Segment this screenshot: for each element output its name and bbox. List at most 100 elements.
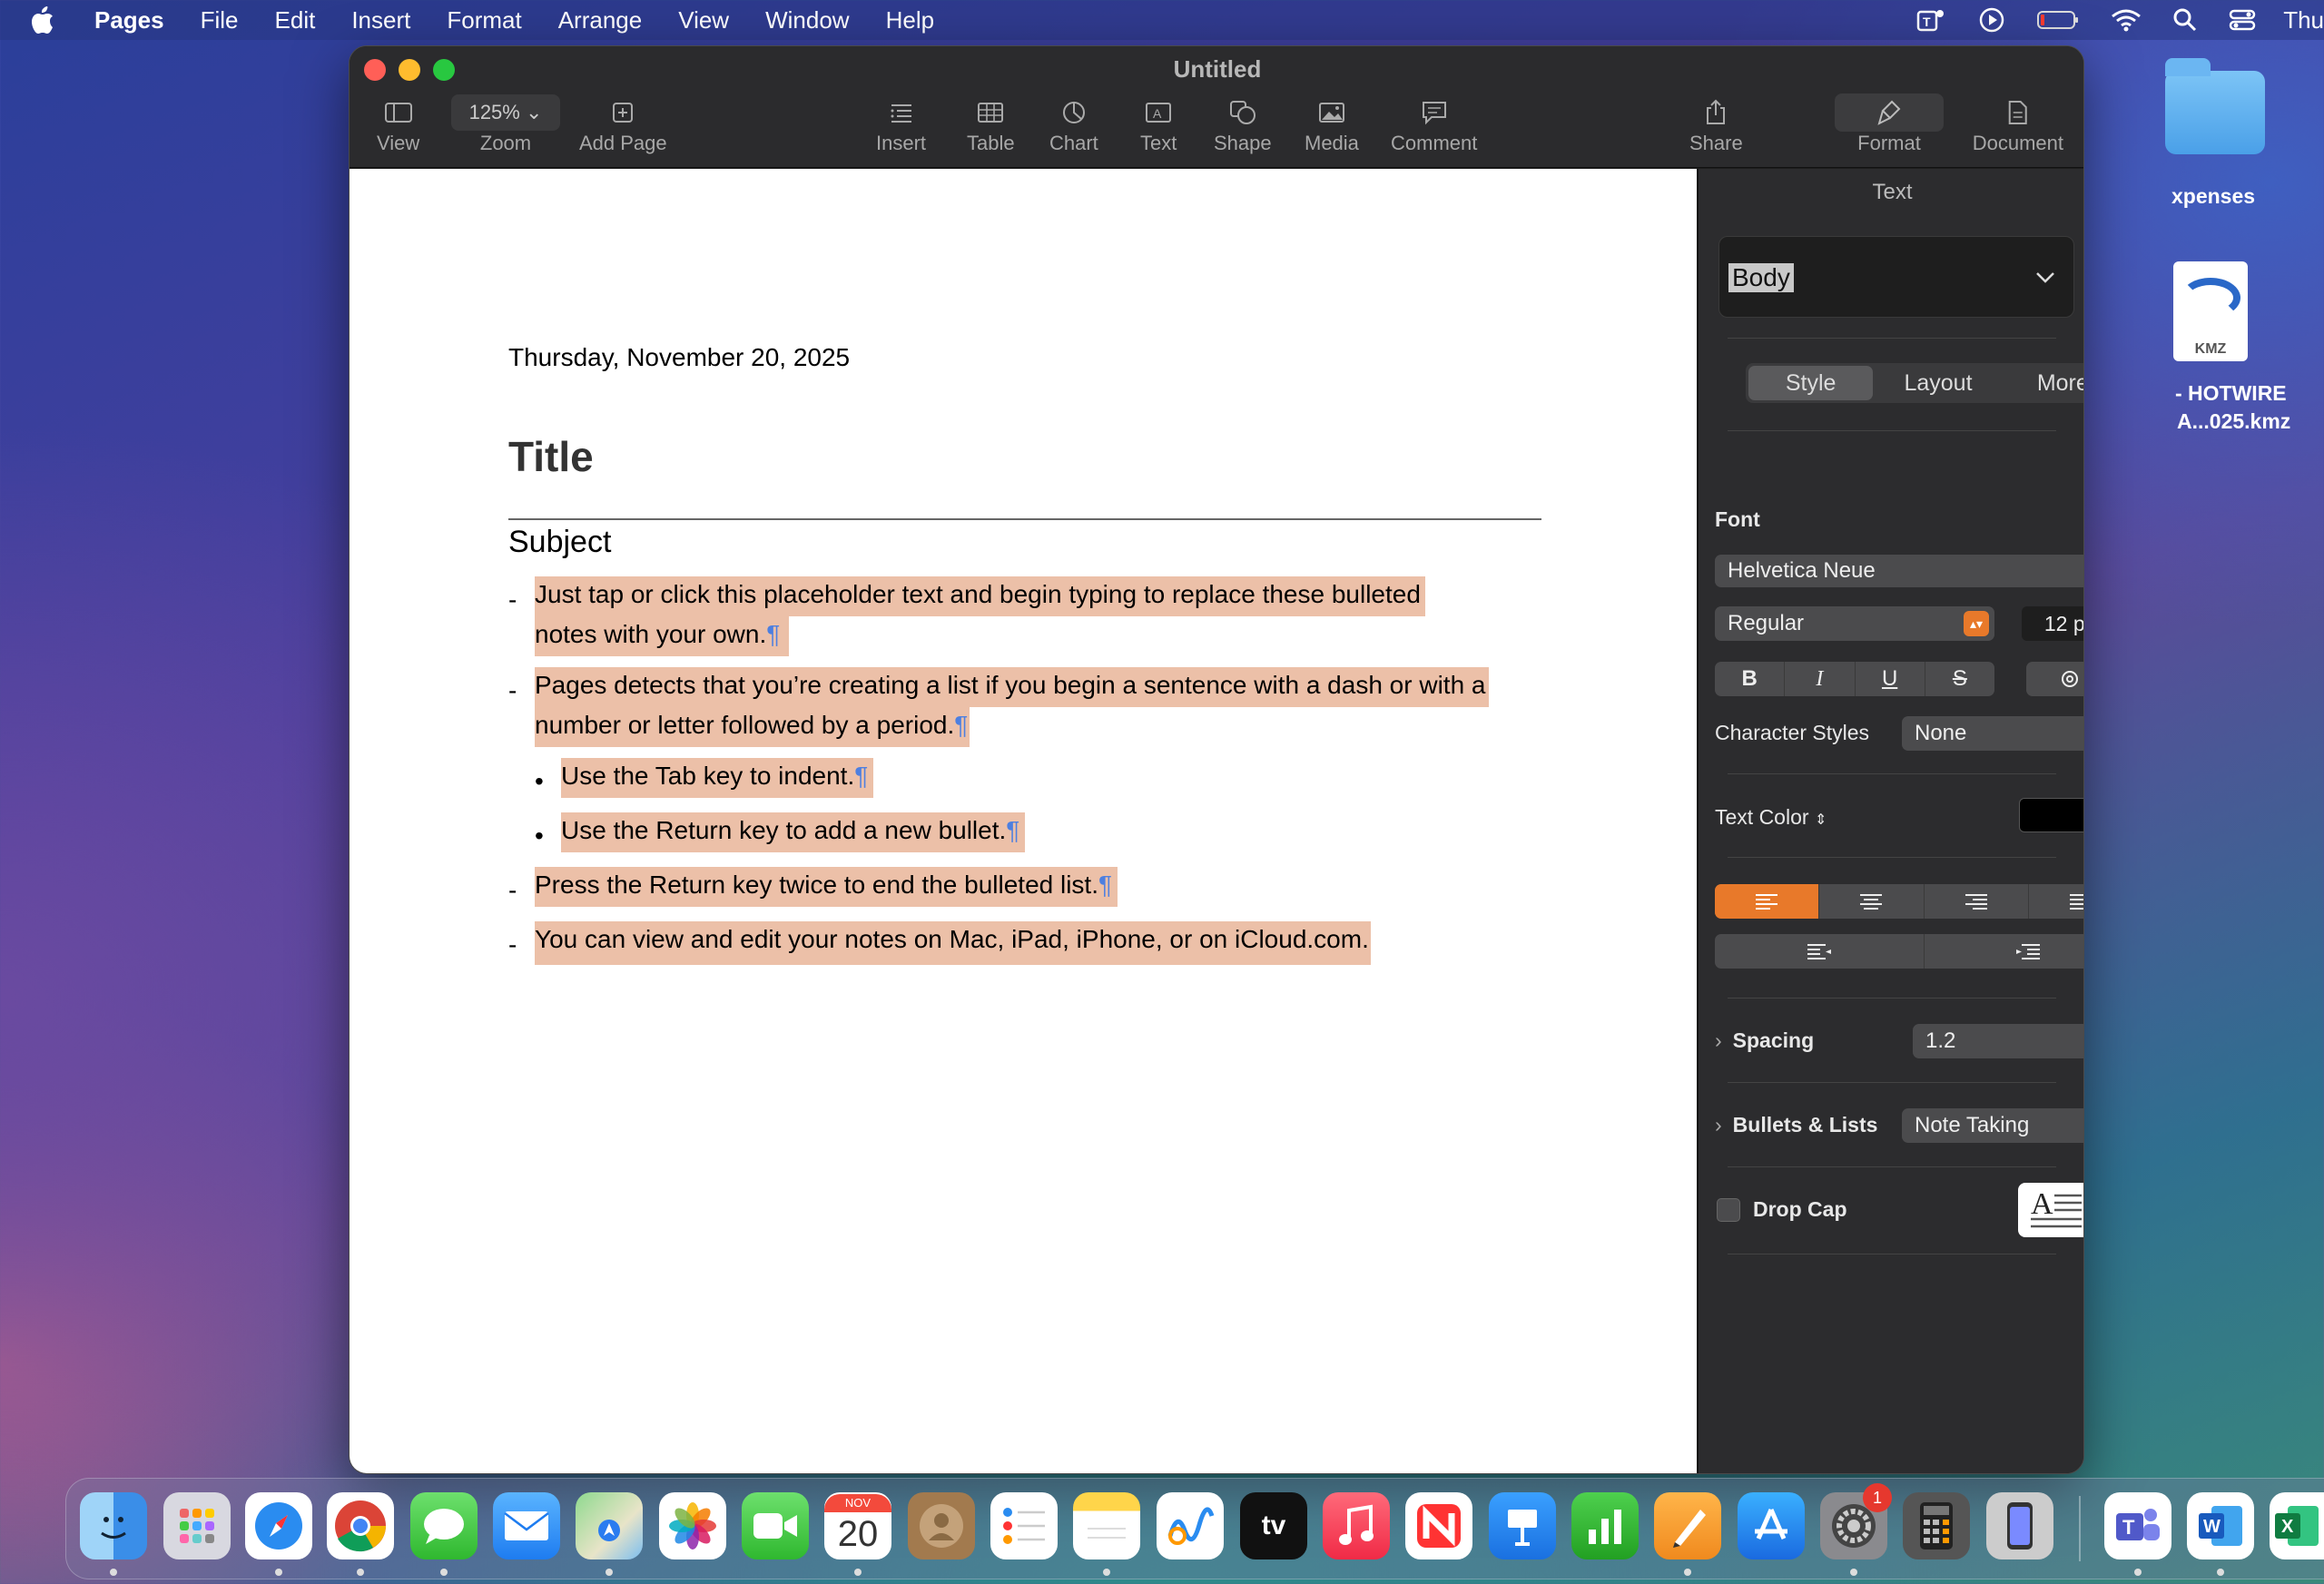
safari-icon[interactable] (245, 1492, 312, 1559)
strikethrough-button[interactable]: S (1925, 662, 1994, 696)
spacing-popup[interactable]: 1.2 ▴▾ (1913, 1024, 2083, 1058)
wifi-icon[interactable] (2111, 7, 2142, 33)
reminders-icon[interactable] (990, 1492, 1058, 1559)
font-size-field[interactable]: 12 pt (2022, 606, 2083, 641)
view-button[interactable]: View (377, 93, 419, 155)
apple-tv-icon[interactable]: tv (1240, 1492, 1307, 1559)
spacing-disclosure[interactable]: › Spacing (1715, 1028, 1814, 1053)
text-button[interactable]: A Text (1140, 93, 1177, 155)
microsoft-teams-icon[interactable]: T (2104, 1492, 2171, 1559)
tab-more[interactable]: More (2001, 363, 2083, 403)
desktop-file-label-1[interactable]: - HOTWIRE (2175, 381, 2287, 406)
divider (1728, 338, 2056, 339)
font-weight-popup[interactable]: Regular ▴▾ (1715, 606, 1994, 641)
format-button[interactable]: Format (1835, 93, 1944, 155)
bold-button[interactable]: B (1715, 662, 1786, 696)
finder-icon[interactable] (80, 1492, 147, 1559)
contacts-icon[interactable] (908, 1492, 975, 1559)
pages-icon[interactable] (1654, 1492, 1721, 1559)
desktop-file-label-2[interactable]: A...025.kmz (2177, 409, 2290, 434)
menu-view[interactable]: View (678, 6, 729, 34)
news-icon[interactable] (1405, 1492, 1472, 1559)
calculator-icon[interactable] (1903, 1492, 1970, 1559)
decrease-indent-icon[interactable] (1715, 934, 1925, 969)
drop-cap-checkbox[interactable] (1717, 1198, 1740, 1222)
doc-title[interactable]: Title (508, 432, 594, 481)
menu-window[interactable]: Window (765, 6, 849, 34)
text-color-label[interactable]: Text Color ⇕ (1715, 805, 1827, 830)
shape-icon (1229, 93, 1256, 132)
app-store-icon[interactable] (1738, 1492, 1805, 1559)
numbers-icon[interactable] (1571, 1492, 1639, 1559)
media-button[interactable]: Media (1305, 93, 1359, 155)
control-center-icon[interactable] (2229, 7, 2256, 33)
maps-icon[interactable] (576, 1492, 643, 1559)
align-center-icon[interactable] (1819, 884, 1925, 919)
facetime-icon[interactable] (742, 1492, 809, 1559)
doc-subject[interactable]: Subject (508, 525, 611, 560)
desktop-folder-label[interactable]: xpenses (2171, 184, 2255, 209)
menu-help[interactable]: Help (886, 6, 934, 34)
italic-button[interactable]: I (1785, 662, 1856, 696)
bullets-lists-popup[interactable]: Note Taking ⌄ (1902, 1108, 2083, 1143)
zoom-popup[interactable]: 125% ⌄ (451, 94, 560, 131)
bullets-lists-disclosure[interactable]: › Bullets & Lists (1715, 1113, 1877, 1137)
music-icon[interactable] (1323, 1492, 1390, 1559)
menubar-clock[interactable]: Thu (2283, 6, 2324, 34)
desktop-folder-icon[interactable] (2165, 58, 2265, 154)
menu-edit[interactable]: Edit (275, 6, 316, 34)
chevron-right-icon: › (1715, 1028, 1722, 1052)
keynote-icon[interactable] (1489, 1492, 1556, 1559)
photos-icon[interactable] (659, 1492, 726, 1559)
freeform-icon[interactable] (1157, 1492, 1224, 1559)
shape-button[interactable]: Shape (1214, 93, 1272, 155)
shape-label: Shape (1214, 132, 1272, 154)
play-icon[interactable] (1978, 6, 2005, 34)
character-styles-popup[interactable]: None ⌄ (1902, 716, 2083, 751)
font-family-popup[interactable]: Helvetica Neue ▴▾ (1715, 555, 2083, 587)
add-page-button[interactable]: Add Page (579, 93, 667, 155)
paragraph-style-popup[interactable]: Body (1718, 236, 2074, 318)
spotlight-search-icon[interactable] (2172, 7, 2198, 33)
menu-file[interactable]: File (201, 6, 239, 34)
apple-menu-icon[interactable] (31, 6, 80, 34)
zoom-control[interactable]: 125% ⌄ Zoom (451, 93, 560, 155)
share-button[interactable]: Share (1689, 93, 1743, 155)
launchpad-icon[interactable] (163, 1492, 231, 1559)
increase-indent-icon[interactable] (1925, 934, 2084, 969)
comment-button[interactable]: Comment (1391, 93, 1477, 155)
menu-insert[interactable]: Insert (351, 6, 410, 34)
mail-icon[interactable] (493, 1492, 560, 1559)
tab-layout[interactable]: Layout (1876, 363, 2000, 403)
status-area: T Thu (1886, 0, 2324, 40)
align-left-icon[interactable] (1715, 884, 1820, 919)
document-button[interactable]: Document (1973, 93, 2063, 155)
chrome-icon[interactable] (327, 1492, 394, 1559)
text-color-well[interactable] (2019, 798, 2083, 832)
kmz-file-icon[interactable]: KMZ (2173, 261, 2248, 361)
align-justify-icon[interactable] (2029, 884, 2083, 919)
battery-icon[interactable] (2036, 8, 2080, 32)
doc-date[interactable]: Thursday, November 20, 2025 (508, 343, 850, 372)
menu-arrange[interactable]: Arrange (558, 6, 643, 34)
menu-app-pages[interactable]: Pages (94, 6, 164, 34)
underline-button[interactable]: U (1856, 662, 1925, 696)
microsoft-word-icon[interactable]: W (2187, 1492, 2254, 1559)
microsoft-excel-icon[interactable]: X (2270, 1492, 2324, 1559)
iphone-mirroring-icon[interactable] (1986, 1492, 2053, 1559)
menu-format[interactable]: Format (447, 6, 521, 34)
table-button[interactable]: Table (967, 93, 1015, 155)
calendar-icon[interactable]: NOV 20 (824, 1492, 891, 1559)
teams-status-icon[interactable]: T (1916, 6, 1947, 34)
document-canvas[interactable]: Thursday, November 20, 2025 Title Subjec… (350, 169, 1697, 1473)
align-right-icon[interactable] (1925, 884, 2029, 919)
bullets-lists-label: Bullets & Lists (1732, 1113, 1878, 1136)
drop-cap-style-popup[interactable]: A (2018, 1183, 2083, 1237)
chart-button[interactable]: Chart (1049, 93, 1098, 155)
document-icon (2007, 93, 2029, 132)
insert-button[interactable]: Insert (876, 93, 926, 155)
text-options-popup[interactable] (2026, 662, 2083, 696)
notes-icon[interactable] (1073, 1492, 1140, 1559)
messages-icon[interactable] (410, 1492, 478, 1559)
tab-style[interactable]: Style (1748, 366, 1874, 400)
